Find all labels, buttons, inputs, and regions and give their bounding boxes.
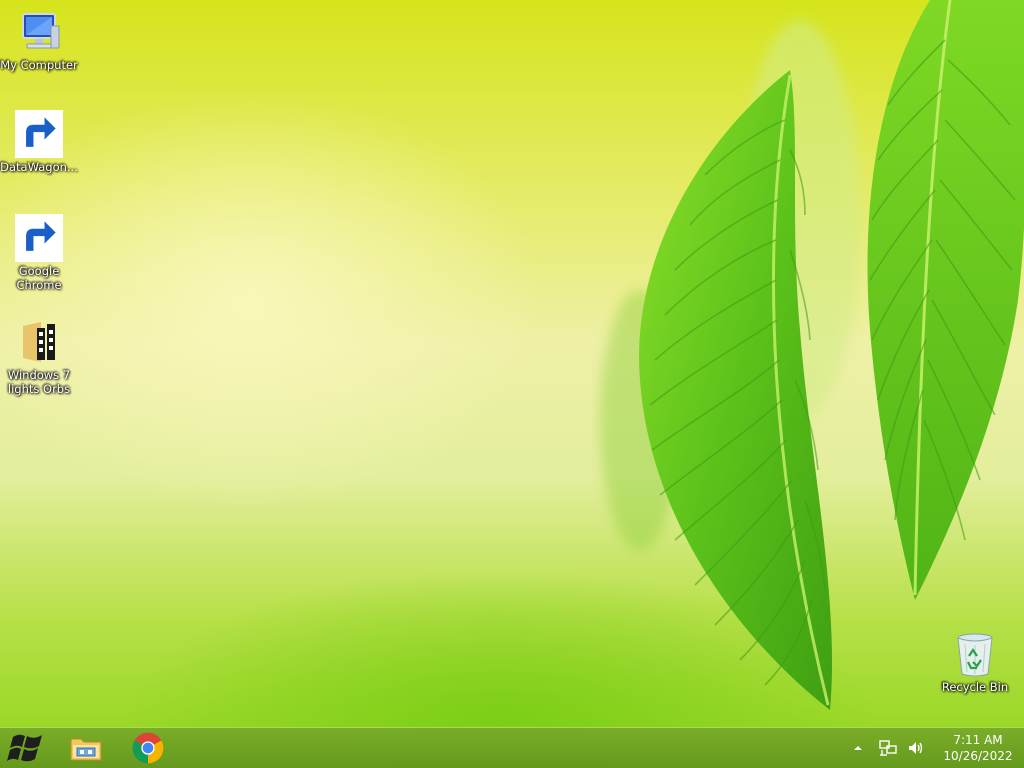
taskbar-clock[interactable]: 7:11 AM 10/26/2022 [938, 732, 1018, 764]
shortcut-arrow-icon [15, 214, 63, 262]
shortcut-arrow-icon [15, 110, 63, 158]
network-icon[interactable] [878, 738, 898, 758]
recycle-bin-icon [951, 630, 999, 678]
desktop-icon-label: Recycle Bin [941, 680, 1009, 694]
desktop-icon-label: My Computer [0, 58, 78, 72]
windows-logo-icon [7, 734, 42, 762]
desktop-icon-google-chrome[interactable]: Google Chrome [1, 214, 77, 292]
taskbar: 7:11 AM 10/26/2022 [0, 727, 1024, 768]
chrome-icon [132, 732, 164, 764]
desktop-icon-label: DataWagon... [0, 160, 78, 174]
folder-icon [15, 318, 63, 366]
start-button[interactable] [4, 730, 50, 766]
computer-icon [15, 8, 63, 56]
desktop-icon-datawagon[interactable]: DataWagon... [0, 110, 78, 174]
system-tray: 7:11 AM 10/26/2022 [846, 728, 1024, 768]
wallpaper-leaves [600, 0, 1024, 710]
desktop-icon-label: Google Chrome [16, 264, 62, 292]
desktop-icon-windows-7-lights-orbs[interactable]: Windows 7 lights Orbs [1, 318, 77, 396]
volume-icon[interactable] [906, 738, 926, 758]
desktop-icon-recycle-bin[interactable]: Recycle Bin [937, 630, 1013, 694]
taskbar-file-explorer-button[interactable] [58, 730, 114, 766]
clock-time: 7:11 AM [953, 733, 1003, 747]
clock-date: 10/26/2022 [943, 749, 1013, 763]
chrome-icon [15, 214, 63, 262]
datawagon-icon [15, 110, 63, 158]
taskbar-chrome-button[interactable] [120, 730, 176, 766]
file-explorer-icon [70, 738, 102, 761]
show-hidden-icons-icon[interactable] [848, 738, 868, 758]
desktop[interactable]: My Computer DataWagon... Google Chrome W… [0, 0, 1024, 768]
desktop-icon-my-computer[interactable]: My Computer [0, 8, 78, 72]
desktop-icon-label: Windows 7 lights Orbs [7, 368, 71, 396]
